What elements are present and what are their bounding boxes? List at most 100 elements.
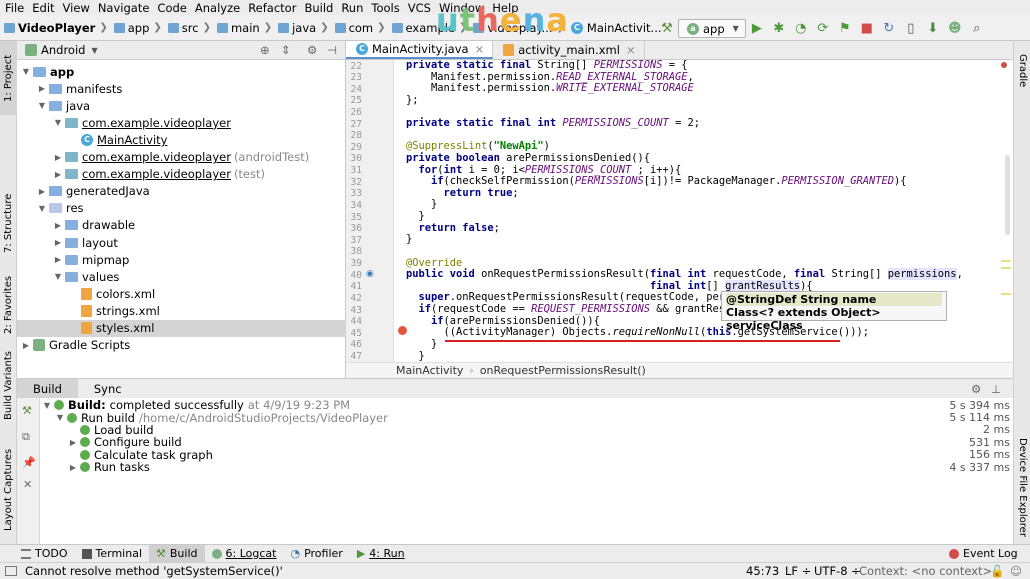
menu-vcs[interactable]: VCS (404, 1, 435, 15)
logcat-tool-button[interactable]: 6: Logcat (205, 545, 284, 563)
menu-tools[interactable]: Tools (367, 1, 403, 15)
build-tree-row[interactable]: Calculate task graph 156 ms (40, 448, 1013, 462)
android-icon[interactable]: ☻ (947, 21, 963, 37)
tree-item[interactable]: ▶ Gradle Scripts (17, 337, 346, 354)
tree-item[interactable]: styles.xml (17, 319, 346, 337)
event-log-tool-button[interactable]: Event Log (942, 545, 1025, 563)
inspector-icon[interactable]: ☺ (1010, 564, 1022, 578)
search-icon[interactable]: ⌕ (969, 21, 985, 37)
breadcrumb-java[interactable]: java ❯ (274, 21, 331, 35)
code-line[interactable]: Manifest.permission.WRITE_EXTERNAL_STORA… (406, 82, 694, 95)
run-configuration-select[interactable]: a app ▼ (678, 19, 746, 38)
build-tree-row[interactable]: ▶ Run tasks 4 s 337 ms (40, 460, 1013, 474)
layout-captures-tool-tab[interactable]: Layout Captures (0, 437, 17, 543)
tree-item[interactable]: ▶ manifests (17, 80, 346, 97)
breadcrumb-com[interactable]: com ❯ (331, 21, 388, 35)
pin-icon[interactable]: 📌 (22, 456, 36, 469)
breadcrumb-class[interactable]: MainActivity (396, 364, 463, 377)
file-encoding[interactable]: UTF-8 ÷ (814, 564, 861, 578)
tree-item[interactable]: ▶ generatedJava (17, 183, 346, 200)
avd-manager-icon[interactable]: ▯ (903, 21, 919, 37)
tree-item[interactable]: ▼ app (17, 63, 346, 80)
menu-build[interactable]: Build (300, 1, 337, 15)
code-line[interactable]: if(requestCode == REQUEST_PERMISSIONS &&… (406, 303, 738, 316)
chevron-down-icon[interactable]: ▼ (53, 118, 63, 127)
breadcrumb-src[interactable]: src ❯ (164, 21, 213, 35)
hide-panel-icon[interactable]: ⊥ (991, 382, 1001, 396)
chevron-right-icon[interactable]: ▶ (68, 463, 78, 472)
build-variants-tool-tab[interactable]: Build Variants (0, 345, 17, 427)
lock-icon[interactable]: 🔓 (990, 564, 1004, 578)
line-separator[interactable]: LF ÷ (785, 564, 811, 578)
project-tool-tab[interactable]: 1: Project (0, 41, 17, 115)
toggle-view-icon[interactable]: ⧉ (22, 430, 30, 444)
build-tree-row[interactable]: ▶ Configure build 531 ms (40, 435, 1013, 449)
breadcrumb-app[interactable]: app ❯ (110, 21, 164, 35)
gear-icon[interactable]: ⚙ (307, 43, 317, 57)
chevron-down-icon[interactable]: ▼ (55, 413, 65, 422)
run-icon[interactable]: ▶ (749, 21, 765, 37)
build-tool-button[interactable]: ⚒ Build (149, 544, 205, 563)
sdk-manager-icon[interactable]: ⬇ (925, 21, 941, 37)
tree-item[interactable]: ▶ com.example.videoplayer (test) (17, 166, 346, 183)
menu-run[interactable]: Run (337, 1, 367, 15)
chevron-right-icon[interactable]: ▶ (53, 221, 63, 230)
collapse-all-icon[interactable]: ⇕ (281, 43, 291, 57)
tab-activity-main-xml[interactable]: activity_main.xml × (493, 41, 645, 59)
favorites-tool-tab[interactable]: 2: Favorites (0, 265, 17, 345)
chevron-right-icon[interactable]: ▶ (37, 84, 47, 93)
hammer-icon[interactable]: ⚒ (22, 404, 32, 417)
gear-icon[interactable]: ⚙ (971, 382, 981, 396)
breadcrumb-project[interactable]: VideoPlayer ❯ (0, 21, 110, 35)
tree-item[interactable]: ▼ java (17, 97, 346, 114)
tree-item[interactable]: ▶ com.example.videoplayer (androidTest) (17, 149, 346, 166)
menu-edit[interactable]: Edit (28, 1, 58, 15)
close-icon[interactable]: × (626, 43, 636, 57)
todo-tool-button[interactable]: TODO (14, 545, 75, 563)
breadcrumb-main[interactable]: main ❯ (213, 21, 274, 35)
tree-item[interactable]: colors.xml (17, 285, 346, 302)
build-tree-row[interactable]: ▼ Build: completed successfully at 4/9/19 9… (40, 398, 1013, 412)
chevron-right-icon[interactable]: ▶ (37, 187, 47, 196)
chevron-right-icon[interactable]: ▶ (68, 438, 78, 447)
tree-item[interactable]: ▼ com.example.videoplayer (17, 114, 346, 131)
device-file-explorer-tool-tab[interactable]: Device File Explorer (1014, 433, 1030, 541)
tree-item[interactable]: ▶ layout (17, 234, 346, 251)
tree-item[interactable]: ▼ values (17, 268, 346, 285)
debug-icon[interactable]: ✱ (771, 21, 787, 37)
menu-view[interactable]: View (59, 1, 94, 15)
locate-icon[interactable]: ⊕ (260, 43, 270, 57)
chevron-down-icon[interactable]: ▼ (37, 204, 47, 213)
breadcrumb-method[interactable]: onRequestPermissionsResult() (480, 364, 646, 377)
menu-analyze[interactable]: Analyze (191, 1, 244, 15)
project-view-select[interactable]: Android (41, 43, 85, 57)
menu-code[interactable]: Code (153, 1, 190, 15)
gradle-tool-tab[interactable]: Gradle (1014, 41, 1030, 101)
hammer-icon[interactable]: ⚒ (659, 21, 675, 37)
chevron-down-icon[interactable]: ▼ (21, 67, 31, 76)
chevron-down-icon[interactable]: ▼ (53, 272, 63, 281)
attach-debugger-icon[interactable]: ⚑ (837, 21, 853, 37)
chevron-down-icon[interactable]: ▼ (42, 401, 52, 410)
implementation-marker-icon[interactable]: ◉ (366, 269, 374, 279)
tree-item[interactable]: ▶ mipmap (17, 251, 346, 268)
chevron-right-icon[interactable]: ▶ (53, 170, 63, 179)
code-line[interactable]: } (406, 338, 437, 351)
breadcrumb-mainactivity[interactable]: C MainActivit... (567, 21, 664, 35)
chevron-down-icon[interactable]: ▼ (37, 101, 47, 110)
vertical-scrollbar[interactable] (1005, 155, 1010, 235)
code-line[interactable]: private static final int PERMISSIONS_COU… (406, 117, 700, 130)
build-tree-row[interactable]: Load build 2 ms (40, 423, 1013, 437)
tree-item[interactable]: ▶ drawable (17, 217, 346, 234)
toggle-tool-windows-icon[interactable] (5, 566, 17, 576)
code-line[interactable]: } (406, 350, 425, 363)
close-icon[interactable]: × (475, 42, 485, 56)
build-tree-row[interactable]: ▼ Run build/home/c/AndroidStudioProjects/… (40, 411, 1013, 425)
hide-panel-icon[interactable]: ⊣ (327, 43, 337, 57)
code-line[interactable]: return false; (406, 222, 500, 235)
tree-item[interactable]: strings.xml (17, 302, 346, 319)
lightbulb-error-icon[interactable] (398, 326, 407, 335)
menu-refactor[interactable]: Refactor (244, 1, 300, 15)
profile-icon[interactable]: ◔ (793, 21, 809, 37)
close-icon[interactable]: ✕ (23, 478, 32, 491)
